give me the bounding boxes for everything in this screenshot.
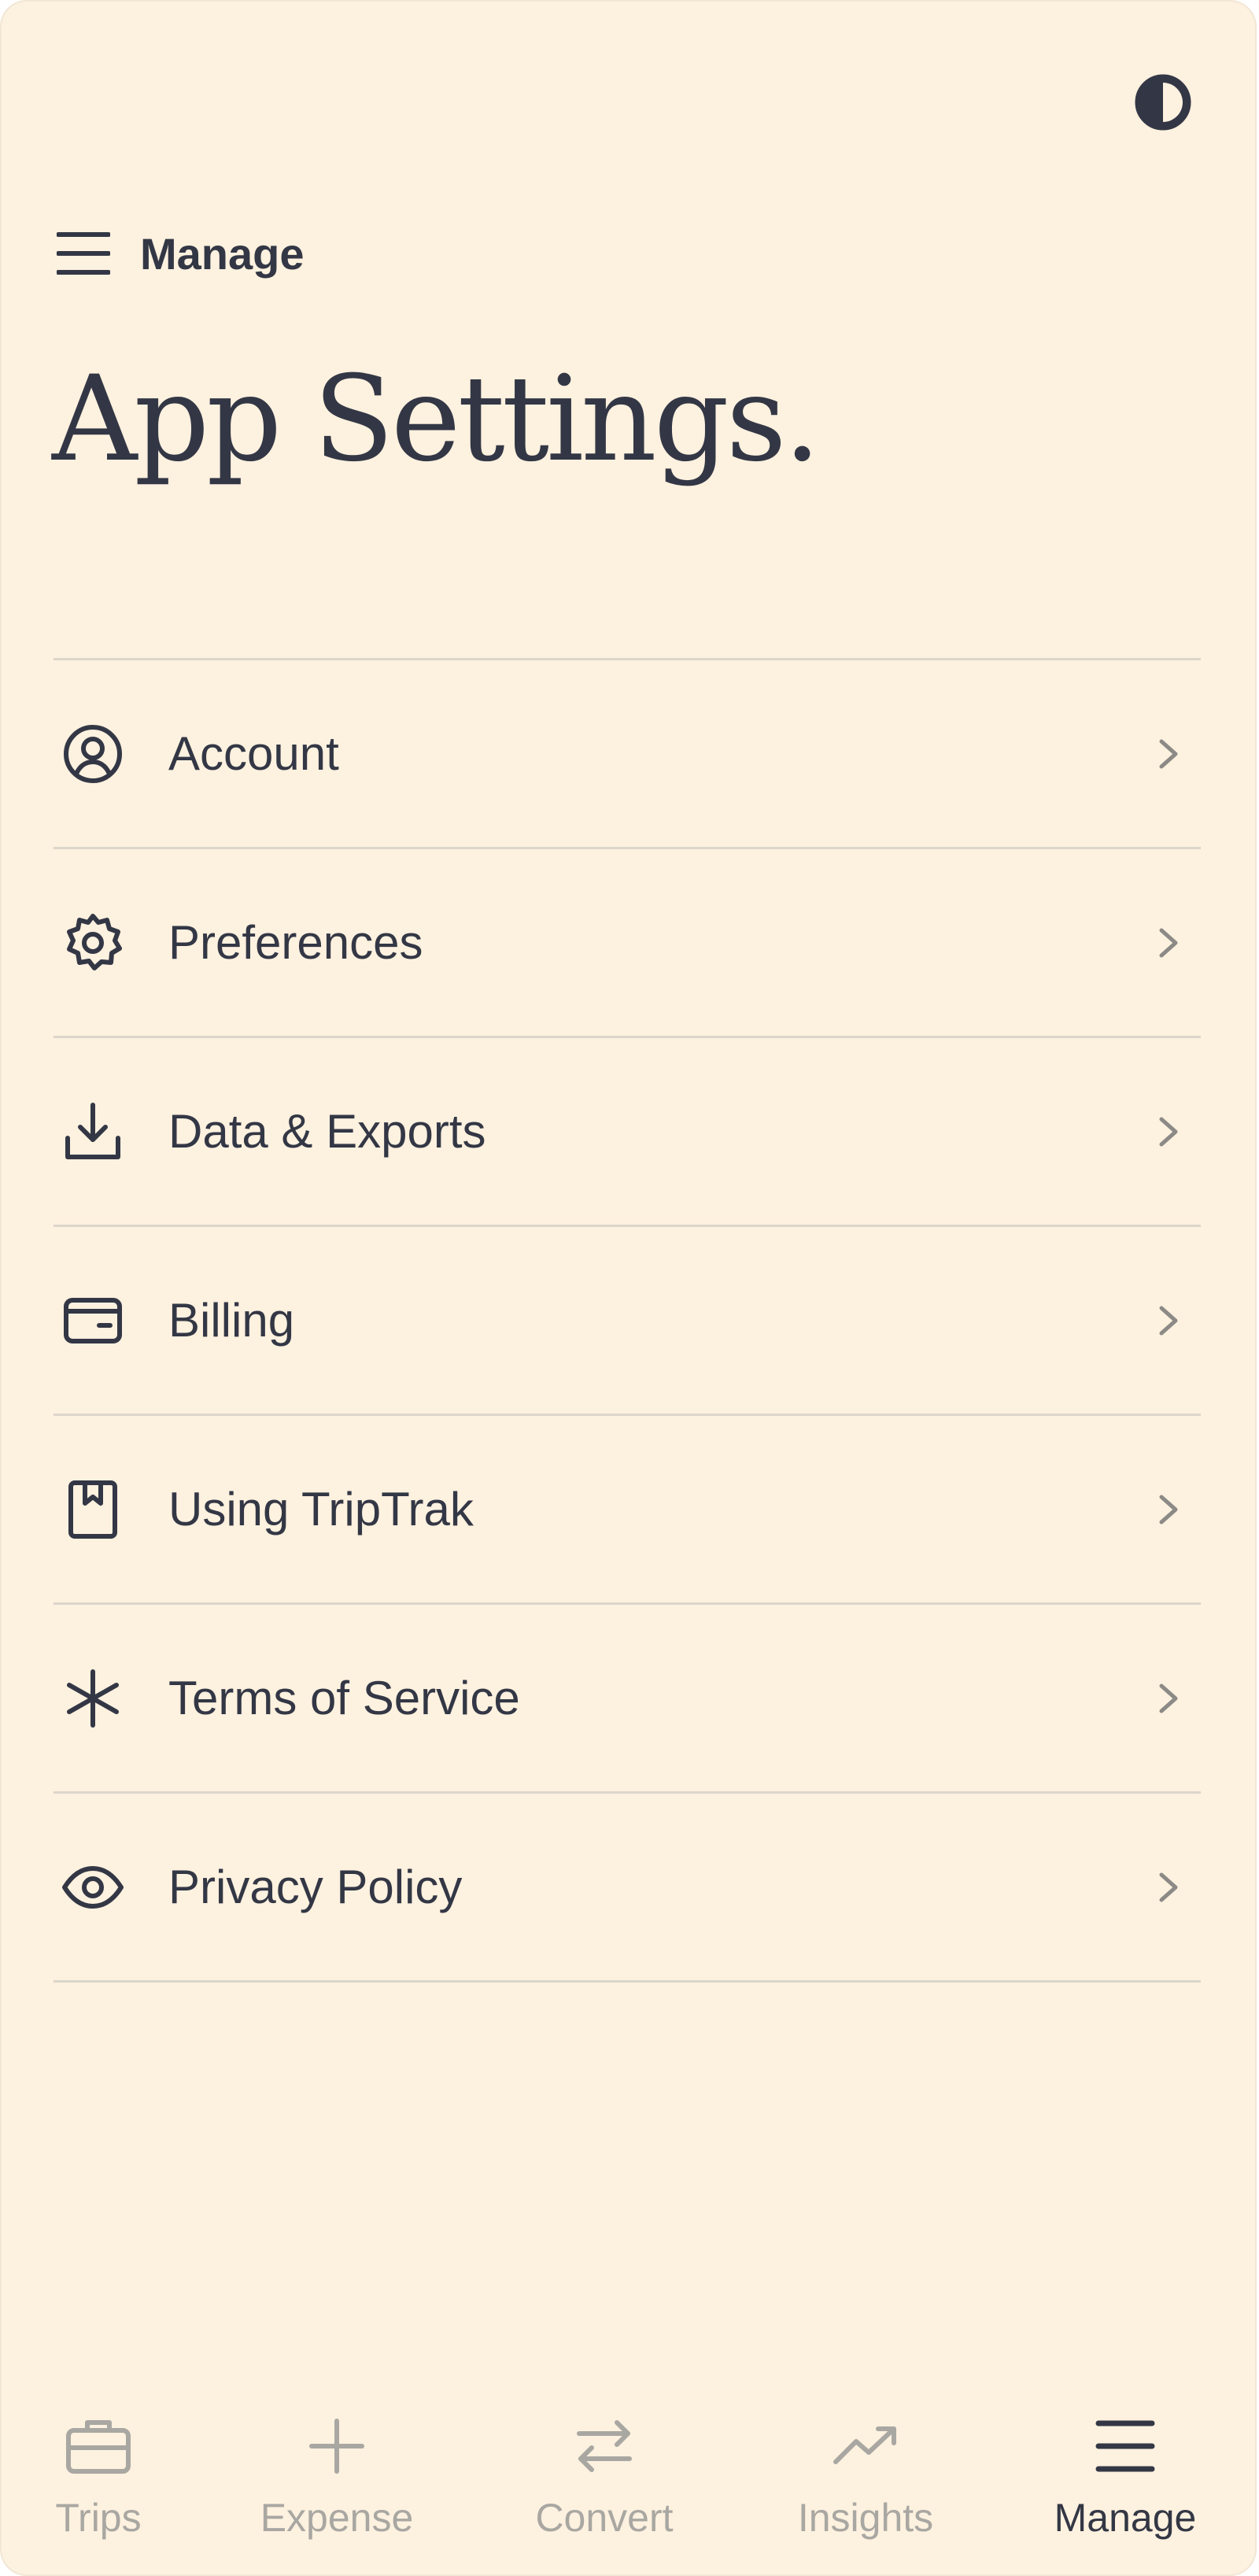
menu-icon[interactable] <box>57 224 116 283</box>
settings-item-label: Privacy Policy <box>168 1861 463 1913</box>
settings-item-label: Account <box>168 727 339 780</box>
eye-icon <box>57 1851 129 1924</box>
briefcase-icon <box>61 2408 136 2484</box>
book-icon <box>57 1473 129 1546</box>
chevron-right-icon <box>1159 1117 1178 1146</box>
chevron-right-icon <box>1159 1306 1178 1335</box>
breadcrumb: Manage <box>57 222 305 285</box>
settings-item-label: Using TripTrak <box>168 1483 474 1536</box>
wallet-icon <box>57 1284 129 1357</box>
settings-item-label: Billing <box>168 1294 295 1347</box>
user-circle-icon <box>57 718 129 790</box>
gear-icon <box>57 907 129 979</box>
chevron-right-icon <box>1159 1495 1178 1524</box>
tab-label: Manage <box>1054 2496 1197 2540</box>
trend-up-icon <box>828 2408 903 2484</box>
tab-insights[interactable]: Insights <box>779 2393 952 2576</box>
tab-expense[interactable]: Expense <box>250 2393 423 2576</box>
tab-convert[interactable]: Convert <box>522 2393 687 2576</box>
settings-item-using-triptrak[interactable]: Using TripTrak <box>54 1416 1201 1605</box>
chevron-right-icon <box>1159 739 1178 768</box>
settings-item-label: Data & Exports <box>168 1105 486 1158</box>
tab-manage[interactable]: Manage <box>1039 2393 1212 2576</box>
tab-label: Insights <box>797 2496 934 2540</box>
settings-item-terms[interactable]: Terms of Service <box>54 1605 1201 1794</box>
chevron-right-icon <box>1159 1683 1178 1713</box>
settings-item-billing[interactable]: Billing <box>54 1227 1201 1416</box>
tab-label: Trips <box>55 2496 142 2540</box>
breadcrumb-label: Manage <box>140 228 305 279</box>
plus-icon <box>299 2408 375 2484</box>
tab-trips[interactable]: Trips <box>35 2393 161 2576</box>
settings-item-label: Terms of Service <box>168 1672 520 1724</box>
settings-item-account[interactable]: Account <box>54 660 1201 849</box>
contrast-icon <box>1135 74 1191 131</box>
download-icon <box>57 1096 129 1168</box>
theme-toggle-button[interactable] <box>1133 72 1193 132</box>
asterisk-icon <box>57 1662 129 1735</box>
settings-item-data-exports[interactable]: Data & Exports <box>54 1038 1201 1227</box>
settings-item-preferences[interactable]: Preferences <box>54 849 1201 1038</box>
bottom-tab-bar: Trips Expense Convert Insights Manage <box>0 2393 1257 2576</box>
page-title: App Settings. <box>52 351 821 488</box>
app-screen: Manage App Settings. Account Preferences… <box>0 0 1257 2576</box>
tab-label: Convert <box>535 2496 674 2540</box>
tab-label: Expense <box>260 2496 414 2540</box>
settings-list: Account Preferences Data & Exports Billi… <box>54 658 1201 1983</box>
swap-icon <box>567 2408 642 2484</box>
menu-icon <box>1087 2408 1163 2484</box>
chevron-right-icon <box>1159 1872 1178 1902</box>
settings-item-label: Preferences <box>168 916 423 969</box>
chevron-right-icon <box>1159 928 1178 957</box>
settings-item-privacy[interactable]: Privacy Policy <box>54 1794 1201 1983</box>
